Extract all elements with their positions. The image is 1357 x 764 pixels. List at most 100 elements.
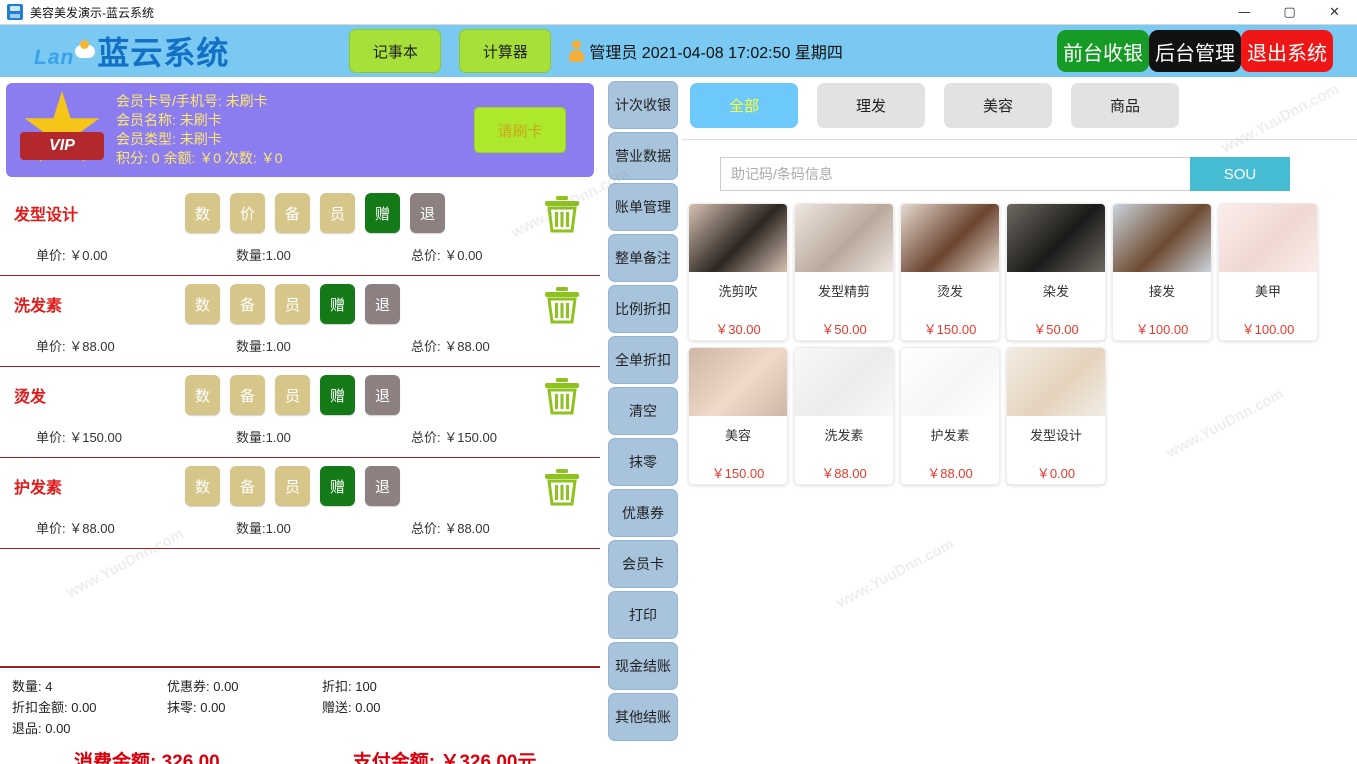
product-card[interactable]: 洗剪吹 ￥30.00: [688, 203, 788, 341]
product-name: 护发素: [930, 428, 970, 443]
product-price: ￥0.00: [1036, 466, 1076, 481]
item-action-button[interactable]: 退: [365, 466, 400, 506]
category-tab[interactable]: 美容: [944, 83, 1052, 128]
product-name: 接发: [1148, 284, 1175, 299]
header-button-3[interactable]: 退出系统: [1241, 30, 1333, 72]
function-button[interactable]: 比例折扣: [608, 285, 678, 333]
item-action-button[interactable]: 备: [275, 193, 310, 233]
item-action-button[interactable]: 数: [185, 466, 220, 506]
member-info-lines: 会员卡号/手机号: 未刷卡 会员名称: 未刷卡 会员类型: 未刷卡 积分: 0 …: [116, 92, 282, 168]
order-item-details: 单价: ￥150.00 数量:1.00 总价: ￥150.00: [0, 423, 600, 446]
product-price: ￥100.00: [1241, 322, 1295, 337]
item-action-button[interactable]: 数: [185, 193, 220, 233]
product-price: ￥88.00: [821, 466, 867, 481]
item-action-button[interactable]: 退: [365, 284, 400, 324]
consume-amount: 消费金额: 326.00: [74, 752, 220, 764]
order-item-details: 单价: ￥88.00 数量:1.00 总价: ￥88.00: [0, 514, 600, 537]
search-button[interactable]: SOU: [1190, 157, 1290, 191]
maximize-button[interactable]: ▢: [1267, 0, 1312, 25]
product-name: 美容: [724, 428, 751, 443]
window-controls: — ▢ ✕: [1222, 0, 1357, 25]
minimize-button[interactable]: —: [1222, 0, 1267, 25]
item-action-button[interactable]: 赠: [320, 466, 355, 506]
order-item-name: 洗发素: [14, 298, 63, 315]
function-button[interactable]: 计次收银: [608, 81, 678, 129]
item-action-button[interactable]: 备: [230, 375, 265, 415]
category-tab[interactable]: 理发: [817, 83, 925, 128]
function-button[interactable]: 账单管理: [608, 183, 678, 231]
order-item-name: 发型设计: [14, 207, 79, 224]
close-button[interactable]: ✕: [1312, 0, 1357, 25]
swipe-card-button[interactable]: 请刷卡: [474, 107, 566, 153]
item-total-price: 总价: ￥0.00: [411, 248, 483, 263]
order-item-row: 烫发 数备员赠退单价: ￥150.00 数量:1.00 总价: ￥150.00: [0, 367, 600, 458]
function-button[interactable]: 整单备注: [608, 234, 678, 282]
item-action-button[interactable]: 数: [185, 375, 220, 415]
function-button[interactable]: 营业数据: [608, 132, 678, 180]
order-item-actions: 数价备员赠退: [185, 193, 445, 233]
product-card[interactable]: 染发 ￥50.00: [1006, 203, 1106, 341]
item-action-button[interactable]: 备: [230, 284, 265, 324]
trash-icon[interactable]: [542, 377, 582, 415]
item-action-button[interactable]: 员: [275, 466, 310, 506]
item-action-button[interactable]: 退: [410, 193, 445, 233]
order-item-row: 洗发素 数备员赠退单价: ￥88.00 数量:1.00 总价: ￥88.00: [0, 276, 600, 367]
function-button[interactable]: 现金结账: [608, 642, 678, 690]
summary-field: 折扣: 100: [322, 679, 377, 694]
product-price: ￥30.00: [715, 322, 761, 337]
item-action-button[interactable]: 备: [230, 466, 265, 506]
header-button-1[interactable]: 前台收银: [1057, 30, 1149, 72]
item-action-button[interactable]: 员: [275, 375, 310, 415]
product-card[interactable]: 护发素 ￥88.00: [900, 347, 1000, 485]
trash-icon[interactable]: [542, 195, 582, 233]
header-button-2[interactable]: 后台管理: [1149, 30, 1241, 72]
summary-field: 赠送: 0.00: [322, 700, 381, 715]
product-card[interactable]: 接发 ￥100.00: [1112, 203, 1212, 341]
user-info-text: 管理员 2021-04-08 17:02:50 星期四: [589, 45, 843, 62]
function-button[interactable]: 打印: [608, 591, 678, 639]
product-name: 洗剪吹: [718, 284, 758, 299]
item-action-button[interactable]: 赠: [320, 375, 355, 415]
product-card[interactable]: 发型设计 ￥0.00: [1006, 347, 1106, 485]
manicure-photo: [1219, 204, 1317, 272]
header-action-buttons: 前台收银 后台管理 退出系统: [1057, 30, 1333, 72]
summary-field: [167, 718, 322, 739]
function-button[interactable]: 其他结账: [608, 693, 678, 741]
function-button[interactable]: 清空: [608, 387, 678, 435]
item-action-button[interactable]: 赠: [365, 193, 400, 233]
product-card[interactable]: 烫发 ￥150.00: [900, 203, 1000, 341]
product-card[interactable]: 发型精剪 ￥50.00: [794, 203, 894, 341]
member-points-balance: 积分: 0 余额: ￥0 次数: ￥0: [116, 150, 283, 166]
function-button-column: 计次收银 营业数据 账单管理 整单备注 比例折扣 全单折扣 清空 抹零 优惠券 会员卡 打印 现金结账…: [604, 77, 682, 764]
item-action-button[interactable]: 员: [320, 193, 355, 233]
item-total-price: 总价: ￥150.00: [411, 430, 497, 445]
function-button[interactable]: 会员卡: [608, 540, 678, 588]
product-name: 美甲: [1254, 284, 1281, 299]
function-button[interactable]: 优惠券: [608, 489, 678, 537]
product-card[interactable]: 洗发素 ￥88.00: [794, 347, 894, 485]
item-quantity: 数量:1.00: [236, 521, 291, 536]
calculator-button[interactable]: 计算器: [459, 29, 552, 73]
product-price: ￥88.00: [927, 466, 973, 481]
trash-icon[interactable]: [542, 286, 582, 324]
item-action-button[interactable]: 赠: [320, 284, 355, 324]
product-price: ￥100.00: [1135, 322, 1189, 337]
category-tab[interactable]: 全部: [690, 83, 798, 128]
member-card-panel: VIP 会员卡号/手机号: 未刷卡 会员名称: 未刷卡 会员类型: 未刷卡 积分…: [6, 83, 594, 177]
item-action-button[interactable]: 退: [365, 375, 400, 415]
item-action-button[interactable]: 员: [275, 284, 310, 324]
window-title: 美容美发演示-蓝云系统: [30, 5, 154, 20]
item-unit-price: 单价: ￥88.00: [36, 521, 115, 536]
trash-icon[interactable]: [542, 468, 582, 506]
notepad-button[interactable]: 记事本: [349, 29, 442, 73]
category-tab[interactable]: 商品: [1071, 83, 1179, 128]
item-action-button[interactable]: 数: [185, 284, 220, 324]
pos-application-window: 美容美发演示-蓝云系统 — ▢ ✕ Lan 蓝云系统 记事本 计算器 管理员 2…: [0, 0, 1357, 764]
product-card[interactable]: 美甲 ￥100.00: [1218, 203, 1318, 341]
product-card[interactable]: 美容 ￥150.00: [688, 347, 788, 485]
item-action-button[interactable]: 价: [230, 193, 265, 233]
function-button[interactable]: 全单折扣: [608, 336, 678, 384]
search-input[interactable]: [720, 157, 1190, 191]
function-button[interactable]: 抹零: [608, 438, 678, 486]
order-item-name: 护发素: [14, 480, 63, 497]
